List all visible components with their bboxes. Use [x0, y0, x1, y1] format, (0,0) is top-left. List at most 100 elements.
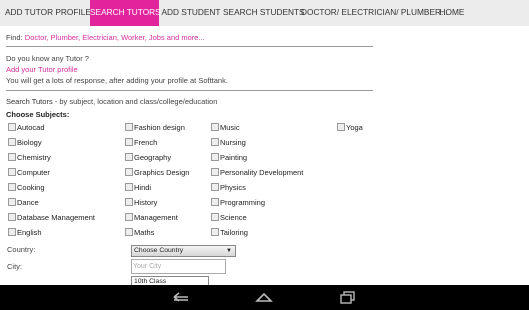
subject-option[interactable]: Computer — [8, 168, 50, 178]
subject-checkbox[interactable] — [8, 153, 16, 162]
subject-option[interactable]: Database Management — [8, 213, 95, 223]
promo-question: Do you know any Tutor ? — [6, 54, 89, 63]
subject-label: Geography — [134, 153, 172, 162]
subject-checkbox[interactable] — [211, 138, 219, 147]
tab-home[interactable]: HOME — [435, 0, 469, 26]
subject-option[interactable]: Personality Development — [211, 168, 303, 178]
subject-checkbox[interactable] — [125, 228, 133, 237]
subject-option[interactable]: Maths — [125, 228, 154, 238]
subject-label: Hindi — [134, 183, 152, 192]
subject-checkbox[interactable] — [337, 123, 345, 132]
subject-option[interactable]: Autocad — [8, 123, 45, 133]
subject-label: Computer — [17, 168, 50, 177]
subject-label: English — [17, 228, 42, 237]
subject-label: Physics — [220, 183, 246, 192]
subject-label: Personality Development — [220, 168, 304, 177]
country-select-value: Choose Country — [134, 247, 184, 254]
find-row: Find: Doctor, Plumber, Electrician, Work… — [6, 33, 205, 42]
subject-checkbox[interactable] — [211, 153, 219, 162]
subject-label: Music — [220, 123, 240, 132]
subject-checkbox[interactable] — [8, 213, 16, 222]
subject-checkbox[interactable] — [211, 198, 219, 207]
subject-option[interactable]: Hindi — [125, 183, 151, 193]
subject-checkbox[interactable] — [211, 228, 219, 237]
subject-checkbox[interactable] — [211, 213, 219, 222]
subject-option[interactable]: English — [8, 228, 42, 238]
subject-option[interactable]: French — [125, 138, 157, 148]
add-tutor-profile-link[interactable]: Add your Tutor profile — [6, 65, 78, 74]
city-label: City: — [7, 262, 22, 271]
subject-checkbox[interactable] — [125, 123, 133, 132]
subject-option[interactable]: Yoga — [337, 123, 363, 133]
subject-option[interactable]: Science — [211, 213, 247, 223]
subject-option[interactable]: Programming — [211, 198, 265, 208]
subject-option[interactable]: Dance — [8, 198, 39, 208]
choose-subjects-label: Choose Subjects: — [6, 110, 70, 119]
subject-option[interactable]: Music — [211, 123, 240, 133]
dropdown-arrow-icon: ▼ — [226, 248, 232, 254]
subject-option[interactable]: Chemistry — [8, 153, 51, 163]
subject-option[interactable]: Graphics Design — [125, 168, 189, 178]
home-icon[interactable] — [254, 290, 274, 304]
search-heading-row: Search Tutors - by subject, location and… — [6, 97, 217, 106]
subject-label: Nursing — [220, 138, 246, 147]
subject-label: Programming — [220, 198, 266, 207]
subject-label: Dance — [17, 198, 39, 207]
subject-checkbox[interactable] — [8, 228, 16, 237]
subject-option[interactable]: Physics — [211, 183, 246, 193]
subject-option[interactable]: Tailoring — [211, 228, 248, 238]
tab-add-student[interactable]: ADD STUDENT — [160, 0, 222, 26]
subject-checkbox[interactable] — [8, 183, 16, 192]
search-heading: Search Tutors — [6, 97, 53, 106]
subject-label: Database Management — [17, 213, 95, 222]
subject-option[interactable]: Biology — [8, 138, 42, 148]
system-nav-bar — [0, 285, 529, 310]
subject-label: History — [134, 198, 158, 207]
country-label: Country: — [7, 245, 36, 254]
subject-checkbox[interactable] — [8, 168, 16, 177]
subject-option[interactable]: Nursing — [211, 138, 246, 148]
subject-label: Yoga — [346, 123, 363, 132]
promo-note: You will get a lots of response, after a… — [6, 76, 228, 85]
subject-checkbox[interactable] — [125, 138, 133, 147]
subject-label: French — [134, 138, 158, 147]
search-subheading: - by subject, location and class/college… — [52, 97, 218, 106]
subject-option[interactable]: Painting — [211, 153, 247, 163]
back-icon[interactable] — [171, 290, 191, 304]
city-input[interactable]: Your City — [131, 259, 226, 274]
subject-checkbox[interactable] — [211, 123, 219, 132]
subject-label: Maths — [134, 228, 155, 237]
subject-checkbox[interactable] — [125, 213, 133, 222]
tab-search-tutors[interactable]: SEARCH TUTORS — [90, 0, 161, 26]
tab-search-students[interactable]: SEARCH STUDENTS — [223, 0, 305, 26]
subject-label: Biology — [17, 138, 42, 147]
subject-label: Tailoring — [220, 228, 248, 237]
subject-checkbox[interactable] — [8, 138, 16, 147]
subject-checkbox[interactable] — [125, 153, 133, 162]
find-label: Find: — [6, 33, 23, 42]
subject-checkbox[interactable] — [125, 198, 133, 207]
tab-doctor-electrician-plumber[interactable]: DOCTOR/ ELECTRICIAN/ PLUMBER... — [301, 0, 448, 26]
subject-label: Painting — [220, 153, 248, 162]
recent-apps-icon[interactable] — [338, 290, 358, 304]
top-nav: ADD TUTOR PROFILE SEARCH TUTORS ADD STUD… — [0, 0, 529, 26]
divider — [6, 90, 373, 91]
subject-checkbox[interactable] — [125, 183, 133, 192]
find-services-link[interactable]: Doctor, Plumber, Electrician, Worker, Jo… — [25, 33, 205, 42]
country-select[interactable]: Choose Country ▼ — [131, 245, 236, 257]
tab-add-tutor-profile[interactable]: ADD TUTOR PROFILE — [5, 0, 91, 26]
subject-label: Graphics Design — [134, 168, 190, 177]
subject-label: Chemistry — [17, 153, 51, 162]
subject-option[interactable]: Management — [125, 213, 178, 223]
subject-checkbox[interactable] — [8, 123, 16, 132]
subject-option[interactable]: Cooking — [8, 183, 45, 193]
subject-option[interactable]: Fashion design — [125, 123, 185, 133]
subject-label: Science — [220, 213, 247, 222]
subject-option[interactable]: Geography — [125, 153, 171, 163]
subject-checkbox[interactable] — [125, 168, 133, 177]
subject-checkbox[interactable] — [211, 183, 219, 192]
subject-checkbox[interactable] — [211, 168, 219, 177]
subject-option[interactable]: History — [125, 198, 157, 208]
divider — [6, 46, 373, 47]
subject-checkbox[interactable] — [8, 198, 16, 207]
